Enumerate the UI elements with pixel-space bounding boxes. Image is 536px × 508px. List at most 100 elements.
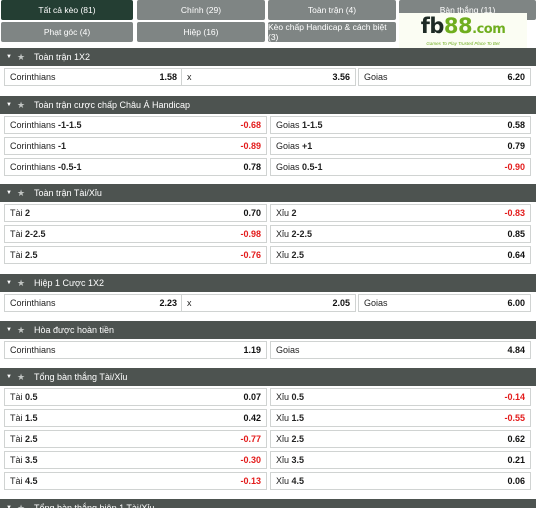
star-icon[interactable]: ★ bbox=[17, 100, 29, 111]
odds-cell[interactable]: Xỉu 3.5 0.21 bbox=[270, 451, 531, 469]
odds-cell[interactable]: Tài 0.5 0.07 bbox=[4, 388, 267, 406]
selection-label: Goias +1 bbox=[276, 141, 312, 151]
caret-down-icon[interactable]: ▼ bbox=[6, 54, 14, 60]
odds-cell[interactable]: Corinthians -1-1.5 -0.68 bbox=[4, 116, 267, 134]
odds-value: -0.89 bbox=[240, 141, 261, 151]
selection-label: x bbox=[187, 72, 192, 82]
odds-cell[interactable]: Xỉu 2-2.5 0.85 bbox=[270, 225, 531, 243]
section-header[interactable]: ▼ ★ Hòa được hoàn tiền bbox=[0, 321, 536, 339]
handicap-line: 3.5 bbox=[25, 455, 38, 465]
selection-name: Tài bbox=[10, 229, 23, 239]
odds-cell[interactable]: Xỉu 0.5 -0.14 bbox=[270, 388, 531, 406]
odds-cell[interactable]: Corinthians -0.5-1 0.78 bbox=[4, 158, 267, 176]
odds-cell[interactable]: Xỉu 4.5 0.06 bbox=[270, 472, 531, 490]
handicap-line: -1-1.5 bbox=[58, 120, 82, 130]
odds-value: 0.58 bbox=[507, 120, 525, 130]
odds-cell[interactable]: Tài 4.5 -0.13 bbox=[4, 472, 267, 490]
tab-main[interactable]: Chính (29) bbox=[137, 0, 265, 20]
odds-cell[interactable]: Goias 1-1.5 0.58 bbox=[270, 116, 531, 134]
odds-cell[interactable]: Goias 6.20 bbox=[358, 68, 531, 86]
odds-cell[interactable]: Tài 2 0.70 bbox=[4, 204, 267, 222]
odds-value: 0.21 bbox=[507, 455, 525, 465]
selection-name: Tài bbox=[10, 455, 23, 465]
handicap-line: 4.5 bbox=[291, 476, 305, 486]
caret-down-icon[interactable]: ▼ bbox=[6, 327, 14, 333]
caret-down-icon[interactable]: ▼ bbox=[6, 280, 14, 286]
section-header[interactable]: ▼ ★ Toàn trận Tài/Xỉu bbox=[0, 184, 536, 202]
selection-name: x bbox=[187, 298, 192, 308]
selection-name: Tài bbox=[10, 250, 23, 260]
odds-cell[interactable]: x 2.05 bbox=[181, 294, 356, 312]
star-icon[interactable]: ★ bbox=[17, 188, 29, 199]
odds-value: 4.84 bbox=[507, 345, 525, 355]
star-icon[interactable]: ★ bbox=[17, 372, 29, 383]
caret-down-icon[interactable]: ▼ bbox=[6, 374, 14, 380]
odds-value: -0.14 bbox=[504, 392, 525, 402]
caret-down-icon[interactable]: ▼ bbox=[6, 190, 14, 196]
tab-handicap-margin[interactable]: Kèo chấp Handicap & cách biệt (3) bbox=[268, 22, 396, 42]
odds-cell[interactable]: Goias 6.00 bbox=[358, 294, 531, 312]
logo-tld: .com bbox=[472, 22, 506, 37]
odds-value: 1.19 bbox=[243, 345, 261, 355]
odds-cell[interactable]: Xỉu 2.5 0.62 bbox=[270, 430, 531, 448]
handicap-line: 0.5-1 bbox=[302, 162, 323, 172]
selection-label: Corinthians -0.5-1 bbox=[10, 162, 82, 172]
section-header[interactable]: ▼ ★ Tổng bàn thắng Tài/Xỉu bbox=[0, 368, 536, 386]
star-icon[interactable]: ★ bbox=[17, 278, 29, 289]
handicap-line: 2-2.5 bbox=[291, 229, 313, 239]
odds-cell[interactable]: Corinthians 1.19 bbox=[4, 341, 267, 359]
odds-cell[interactable]: Goias 4.84 bbox=[270, 341, 531, 359]
selection-label: Xỉu 1.5 bbox=[276, 413, 304, 423]
selection-name: x bbox=[187, 72, 192, 82]
odds-cell[interactable]: Goias +1 0.79 bbox=[270, 137, 531, 155]
selection-name: Goias bbox=[276, 162, 300, 172]
selection-name: Goias bbox=[276, 141, 300, 151]
selection-name: Xỉu bbox=[276, 434, 290, 444]
selection-name: Xỉu bbox=[276, 476, 290, 486]
selection-label: Tài 1.5 bbox=[10, 413, 38, 423]
selection-label: Tài 0.5 bbox=[10, 392, 38, 402]
handicap-line: 3.5 bbox=[291, 455, 305, 465]
section-header[interactable]: ▼ ★ Hiệp 1 Cược 1X2 bbox=[0, 274, 536, 292]
odds-cell[interactable]: Xỉu 2 -0.83 bbox=[270, 204, 531, 222]
odds-cell[interactable]: Tài 2-2.5 -0.98 bbox=[4, 225, 267, 243]
odds-cell[interactable]: Tài 1.5 0.42 bbox=[4, 409, 267, 427]
odds-value: 0.78 bbox=[243, 162, 261, 172]
odds-value: 3.56 bbox=[332, 72, 350, 82]
odds-value: -0.13 bbox=[240, 476, 261, 486]
tab-corners[interactable]: Phạt góc (4) bbox=[1, 22, 133, 42]
selection-label: Xỉu 0.5 bbox=[276, 392, 304, 402]
tab-all-markets[interactable]: Tất cả kèo (81) bbox=[1, 0, 133, 20]
odds-cell[interactable]: Goias 0.5-1 -0.90 bbox=[270, 158, 531, 176]
odds-value: 1.58 bbox=[159, 72, 177, 82]
odds-value: 2.23 bbox=[159, 298, 177, 308]
handicap-line: 2.5 bbox=[291, 250, 305, 260]
selection-name: Goias bbox=[276, 345, 300, 355]
odds-cell[interactable]: Tài 3.5 -0.30 bbox=[4, 451, 267, 469]
odds-cell[interactable]: Corinthians -1 -0.89 bbox=[4, 137, 267, 155]
odds-cell[interactable]: Tài 2.5 -0.76 bbox=[4, 246, 267, 264]
odds-cell[interactable]: Corinthians 2.23 bbox=[4, 294, 183, 312]
selection-label: Corinthians bbox=[10, 298, 56, 308]
section-header[interactable]: ▼ ★ Toàn trận cược chấp Châu Á Handicap bbox=[0, 96, 536, 114]
odds-cell[interactable]: Xỉu 1.5 -0.55 bbox=[270, 409, 531, 427]
selection-label: Tài 2.5 bbox=[10, 250, 38, 260]
odds-value: -0.55 bbox=[504, 413, 525, 423]
star-icon[interactable]: ★ bbox=[17, 52, 29, 63]
section-header[interactable]: ▼ ★ Toàn trận 1X2 bbox=[0, 48, 536, 66]
odds-cell[interactable]: Corinthians 1.58 bbox=[4, 68, 183, 86]
caret-down-icon[interactable]: ▼ bbox=[6, 102, 14, 108]
selection-label: Xỉu 2.5 bbox=[276, 434, 304, 444]
odds-cell[interactable]: x 3.56 bbox=[181, 68, 356, 86]
odds-value: -0.76 bbox=[240, 250, 261, 260]
odds-cell[interactable]: Tài 2.5 -0.77 bbox=[4, 430, 267, 448]
selection-name: Goias bbox=[364, 298, 388, 308]
star-icon[interactable]: ★ bbox=[17, 503, 29, 508]
odds-cell[interactable]: Xỉu 2.5 0.64 bbox=[270, 246, 531, 264]
star-icon[interactable]: ★ bbox=[17, 325, 29, 336]
selection-label: Corinthians -1-1.5 bbox=[10, 120, 82, 130]
section-header[interactable]: ▼ ★ Tổng bàn thắng hiệp 1 Tài/Xỉu bbox=[0, 499, 536, 508]
handicap-line: 1.5 bbox=[291, 413, 305, 423]
tab-full-match[interactable]: Toàn trận (4) bbox=[268, 0, 396, 20]
tab-halves[interactable]: Hiệp (16) bbox=[137, 22, 265, 42]
